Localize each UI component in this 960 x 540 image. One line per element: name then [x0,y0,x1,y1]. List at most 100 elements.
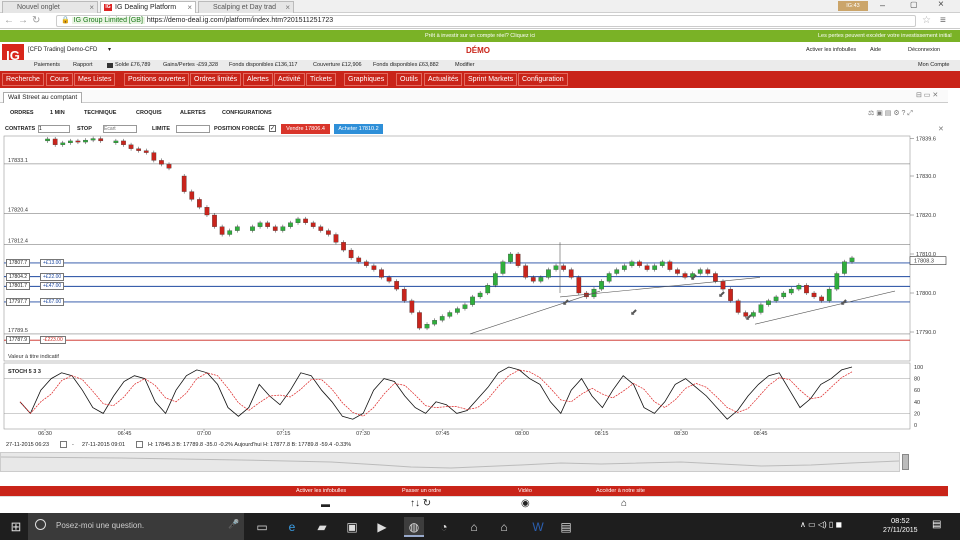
date-from[interactable]: 27-11-2015 06:23 [6,440,49,450]
chart-tools-icon[interactable]: ⚖ ▣ ▤ ⚙ ? ⤢ [868,108,913,119]
home-app-icon[interactable]: ⌂ [464,517,484,537]
sell-button[interactable]: Vendre 17806.4 [281,124,330,134]
chat-icon[interactable]: ▬ [321,499,330,509]
notifications-icon[interactable]: ▤ [932,519,941,530]
user-badge[interactable]: IG:43 [838,1,868,11]
navigator-handle[interactable] [902,454,909,470]
position-price-tag[interactable]: 17797.7 [6,297,31,306]
menu-my-lists[interactable]: Mes Listes [74,73,116,86]
menu-tickets[interactable]: Tickets [306,73,336,86]
menu-news[interactable]: Actualités [424,73,463,86]
home-app-icon-2[interactable]: ⌂ [494,517,514,537]
position-price-tag[interactable]: 17787.9 [6,336,31,345]
position-price-tag[interactable]: 17804.2 [6,272,31,281]
menu-activity[interactable]: Activité [274,73,305,86]
orders-menu[interactable]: ORDRES [10,108,34,119]
browser-tab-scalping[interactable]: Scalping et Day trad × [198,1,294,13]
live-account-link[interactable]: Prêt à investir sur un compte réel? Cliq… [425,30,535,42]
candle [455,308,460,313]
menu-config[interactable]: Configuration [518,73,568,86]
place-order-link[interactable]: Passer un ordre [402,486,441,496]
expand-icon[interactable]: ✕ [938,124,944,135]
media-icon[interactable]: ▶ [372,517,392,537]
position-pnl-tag[interactable]: +£13.00 [40,258,65,267]
close-icon[interactable]: × [285,2,290,13]
video-icon[interactable]: ◉ [521,498,530,509]
back-icon[interactable]: ← [4,15,14,27]
position-pnl-tag[interactable]: +£22.00 [40,272,65,281]
edge-icon[interactable]: e [282,517,302,537]
drawing-menu[interactable]: CROQUIS [136,108,162,119]
logout-link[interactable]: Déconnexion [908,47,940,53]
contracts-input[interactable] [38,125,70,133]
windows-start-icon[interactable]: ⊞ [6,517,26,537]
forward-icon[interactable]: → [18,15,28,27]
position-pnl-tag[interactable]: +£47.00 [40,282,65,291]
reload-icon[interactable]: ↻ [32,15,40,27]
browser-menu-icon[interactable]: ≡ [940,15,946,27]
lock-icon: 🔒 [61,17,70,24]
alerts-menu[interactable]: ALERTES [180,108,206,119]
store-icon[interactable]: ▣ [342,517,362,537]
microphone-icon[interactable]: 🎤 [228,519,239,530]
menu-orders[interactable]: Ordres limités [190,73,242,86]
position-price-tag[interactable]: 17801.7 [6,282,31,291]
window-controls-icon[interactable]: ⊟ ▭ ✕ [916,91,938,99]
menu-search[interactable]: Recherche [2,73,44,86]
interval-menu[interactable]: 1 MIN [50,108,65,119]
browser-tab-new[interactable]: Nouvel onglet × [2,1,98,13]
buy-button[interactable]: Acheter 17810.2 [334,124,383,134]
menu-quotes[interactable]: Cours [46,73,73,86]
configs-menu[interactable]: CONFIGURATIONS [222,108,272,119]
price-chart[interactable]: 17833.1 17820.4 17812.4 17789.5 17839.6 17830… [0,135,948,440]
star-icon[interactable]: ☆ [922,15,931,27]
taskbar-search[interactable]: Posez-moi une question. 🎤 [28,513,244,540]
order-arrows-icon[interactable]: ↑↓ ↻ [410,498,431,509]
chart-window-tab[interactable]: Wall Street au comptant [3,92,83,103]
minimize-icon[interactable]: – [880,0,885,10]
menu-charts[interactable]: Graphiques [344,73,389,86]
menu-sprint[interactable]: Sprint Markets [464,73,518,86]
calendar-icon[interactable] [136,441,143,448]
my-account-link[interactable]: Mon Compte [918,60,950,71]
candle [60,142,66,145]
account-selector[interactable]: [CFD Trading] Demo-CFD [28,47,97,53]
url-field[interactable]: 🔒 IG Group Limited [GB] https://demo-dea… [56,15,916,27]
limit-input[interactable] [176,125,210,133]
candle [553,265,559,270]
stop-input[interactable] [103,125,137,133]
tooltips-toggle[interactable]: Activer les infobulles [806,47,856,53]
date-to[interactable]: 27-11-2015 09:01 [82,440,125,450]
menu-alerts[interactable]: Alertes [243,73,273,86]
website-link[interactable]: Accéder à notre site [596,486,645,496]
close-icon[interactable]: × [187,2,192,13]
app-icon[interactable]: ◔ [434,517,454,537]
report-link[interactable]: Rapport [73,60,93,71]
video-link[interactable]: Vidéo [518,486,532,496]
position-pnl-tag[interactable]: -£223.00 [40,336,66,345]
close-icon[interactable]: × [89,2,94,13]
browser-tab-ig[interactable]: IG IG Dealing Platform × [100,1,196,13]
menu-open-positions[interactable]: Positions ouvertes [124,73,190,86]
tray-icons[interactable]: ∧ ▭ ◁) ▯ ◼ [800,520,842,529]
window-close-icon[interactable]: × [938,0,944,10]
position-pnl-tag[interactable]: +£67.00 [40,297,65,306]
modify-link[interactable]: Modifier [455,60,475,71]
chart-navigator[interactable] [0,452,900,472]
file-explorer-icon[interactable]: ▰ [312,517,332,537]
word-icon[interactable]: W [528,517,548,537]
technical-menu[interactable]: TECHNIQUE [84,108,116,119]
chrome-icon[interactable]: ◍ [404,517,424,537]
help-link[interactable]: Aide [870,47,881,53]
calendar-icon[interactable] [60,441,67,448]
pinned-app-icon[interactable]: ▤ [556,517,576,537]
payments-link[interactable]: Paiements [34,60,60,71]
task-view-icon[interactable]: ▭ [252,517,272,537]
maximize-icon[interactable]: ▢ [910,0,918,9]
position-price-tag[interactable]: 17807.7 [6,258,31,267]
home-icon[interactable]: ⌂ [621,498,627,509]
chart-window-header: Wall Street au comptant ⊟ ▭ ✕ [0,90,948,103]
menu-tools[interactable]: Outils [396,73,422,86]
forced-position-checkbox[interactable]: ✓ [269,125,276,132]
bottom-tooltips-link[interactable]: Activer les infobulles [296,486,346,496]
